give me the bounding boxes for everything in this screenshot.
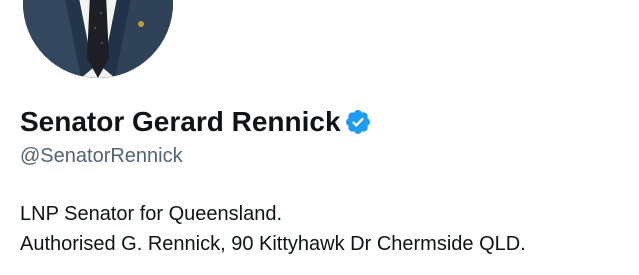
avatar-image [23, 0, 173, 78]
bio-line: LNP Senator for Queensland. [20, 203, 283, 225]
profile-name-row: Senator Gerard Rennick [20, 104, 372, 140]
display-name: Senator Gerard Rennick [20, 106, 341, 137]
profile-handle: @SenatorRennick [20, 145, 183, 167]
verified-badge-icon[interactable] [344, 108, 372, 136]
bio-line: Authorised G. Rennick, 90 Kittyhawk Dr C… [20, 233, 526, 255]
profile-bio: LNP Senator for Queensland. Authorised G… [20, 199, 526, 259]
avatar[interactable] [19, 0, 177, 82]
